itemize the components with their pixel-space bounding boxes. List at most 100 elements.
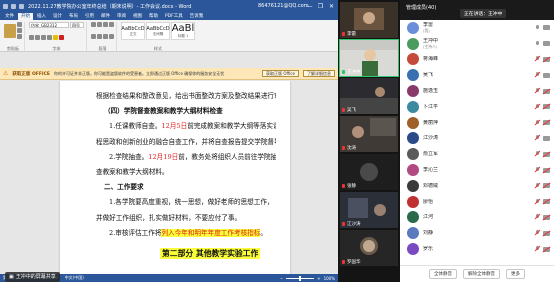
font-size-select[interactable]: 四号 — [70, 22, 84, 28]
mic-off-icon[interactable] — [535, 230, 540, 236]
format-painter-icon[interactable] — [17, 34, 22, 39]
mic-off-icon[interactable] — [535, 198, 540, 205]
mute-all-button[interactable]: 全体静音 — [429, 269, 457, 279]
tab-pdf[interactable]: PDF工具 — [162, 13, 186, 20]
bold-icon[interactable] — [29, 34, 34, 40]
align-right-icon[interactable] — [103, 34, 108, 39]
align-left-icon[interactable] — [91, 34, 96, 39]
participant-row[interactable]: 蒋海峰 — [400, 52, 554, 68]
mic-off-icon[interactable] — [535, 119, 540, 126]
zoom-in-icon[interactable]: + — [317, 276, 320, 281]
justify-icon[interactable] — [109, 34, 114, 39]
video-tile[interactable]: 江沙涛 — [340, 192, 398, 228]
participant-row[interactable]: 江河 — [400, 210, 554, 226]
account-name[interactable]: 86476121@QQ.com — [258, 3, 309, 9]
participant-row[interactable]: 吴飞 — [400, 67, 554, 83]
cut-icon[interactable] — [17, 22, 22, 27]
close-button[interactable]: ✕ — [328, 3, 335, 10]
participant-row[interactable]: 廖怡 — [400, 194, 554, 210]
strikethrough-icon[interactable] — [47, 34, 52, 40]
camera-off-icon[interactable] — [543, 151, 550, 157]
unmute-all-button[interactable]: 解除全体静音 — [463, 269, 500, 279]
mic-off-icon[interactable] — [535, 167, 540, 173]
participant-row[interactable]: 卜江平 — [400, 99, 554, 115]
save-icon[interactable] — [3, 3, 8, 9]
tell-me-search[interactable]: 告诉我 — [187, 13, 207, 20]
camera-off-icon[interactable] — [543, 246, 550, 252]
language[interactable]: 中文(中国) — [65, 275, 84, 281]
maximize-button[interactable]: ❐ — [317, 3, 324, 10]
zoom-knob[interactable] — [299, 275, 302, 281]
tab-design[interactable]: 设计 — [50, 13, 65, 20]
tab-references[interactable]: 引用 — [82, 13, 97, 20]
camera-off-icon[interactable] — [543, 230, 550, 236]
camera-icon[interactable] — [543, 72, 550, 78]
tab-mailings[interactable]: 邮件 — [98, 13, 113, 20]
style-normal[interactable]: AaBbCcD 正文 — [121, 22, 145, 40]
tab-view[interactable]: 视图 — [130, 13, 145, 20]
participant-row[interactable]: 王冲中 (主持人) — [400, 36, 554, 52]
paste-icon[interactable] — [4, 23, 16, 38]
camera-off-icon[interactable] — [543, 88, 550, 94]
mic-icon[interactable] — [535, 40, 540, 47]
zoom-slider[interactable] — [286, 275, 315, 281]
camera-off-icon[interactable] — [543, 183, 550, 189]
mic-off-icon[interactable] — [535, 56, 540, 62]
tab-file[interactable]: 文件 — [2, 13, 17, 20]
copy-icon[interactable] — [17, 28, 22, 33]
participant-row[interactable]: 邓德威 — [400, 178, 554, 194]
camera-off-icon[interactable] — [543, 214, 550, 220]
more-button[interactable]: 更多 — [506, 269, 525, 279]
camera-off-icon[interactable] — [543, 104, 550, 110]
video-tile[interactable]: 张静 — [340, 154, 398, 190]
get-genuine-button[interactable]: 获取正版 Office — [262, 70, 299, 77]
redo-icon[interactable] — [19, 3, 24, 9]
style-heading-1[interactable]: AaBl 标题 1 — [171, 22, 195, 40]
mic-off-icon[interactable] — [535, 214, 540, 220]
font-color-icon[interactable] — [59, 34, 64, 40]
video-tile[interactable]: 罗国华 — [340, 230, 398, 266]
zoom-out-icon[interactable]: − — [280, 276, 283, 281]
highlight-icon[interactable] — [53, 34, 58, 40]
mic-off-icon[interactable] — [535, 182, 540, 189]
mic-off-icon[interactable] — [535, 135, 540, 141]
learn-more-button[interactable]: 了解详细信息 — [303, 70, 335, 77]
camera-off-icon[interactable] — [543, 120, 550, 126]
underline-icon[interactable] — [41, 34, 46, 40]
mic-off-icon[interactable] — [535, 103, 540, 110]
sort-icon[interactable] — [109, 22, 114, 27]
mic-off-icon[interactable] — [535, 151, 540, 157]
zoom-level[interactable]: 100% — [324, 276, 335, 281]
tab-home[interactable]: 开始 — [18, 13, 33, 20]
camera-icon[interactable] — [543, 41, 550, 47]
video-tile[interactable]: 吴飞 — [340, 78, 398, 114]
camera-off-icon[interactable] — [543, 56, 550, 62]
font-name-select[interactable]: 仿宋_GB2312 — [29, 22, 69, 28]
indent-icon[interactable] — [103, 22, 108, 27]
align-center-icon[interactable] — [97, 34, 102, 39]
tab-help[interactable]: 帮助 — [146, 13, 161, 20]
participant-row[interactable]: 江沙涛 — [400, 131, 554, 147]
participant-row[interactable]: 罗乐 — [400, 241, 554, 257]
participant-row[interactable]: 李雷 (我) — [400, 20, 554, 36]
bullets-icon[interactable] — [91, 22, 96, 27]
camera-off-icon[interactable] — [543, 199, 550, 205]
mic-off-icon[interactable] — [535, 72, 540, 78]
video-tile[interactable]: 沈涛 — [340, 116, 398, 152]
tab-review[interactable]: 审阅 — [114, 13, 129, 20]
participant-row[interactable]: 施逸玉 — [400, 83, 554, 99]
tab-insert[interactable]: 插入 — [34, 13, 49, 20]
italic-icon[interactable] — [35, 34, 40, 40]
participant-row[interactable]: 俞立军 — [400, 146, 554, 162]
minimize-button[interactable]: — — [306, 3, 313, 10]
tab-layout[interactable]: 布局 — [66, 13, 81, 20]
document-page[interactable]: 根据检查结果和整改意见，给出书面整改方案及整改结果进行审核。 （四）学院督查教案… — [60, 81, 290, 274]
mic-off-icon[interactable] — [535, 88, 540, 94]
camera-off-icon[interactable] — [543, 167, 550, 173]
participant-row[interactable]: 刘静 — [400, 225, 554, 241]
participant-row[interactable]: 李沁兰 — [400, 162, 554, 178]
video-tile[interactable]: 李雷 — [340, 2, 398, 38]
camera-icon[interactable] — [543, 135, 550, 141]
mic-off-icon[interactable] — [535, 246, 540, 252]
mic-icon[interactable] — [535, 24, 540, 31]
